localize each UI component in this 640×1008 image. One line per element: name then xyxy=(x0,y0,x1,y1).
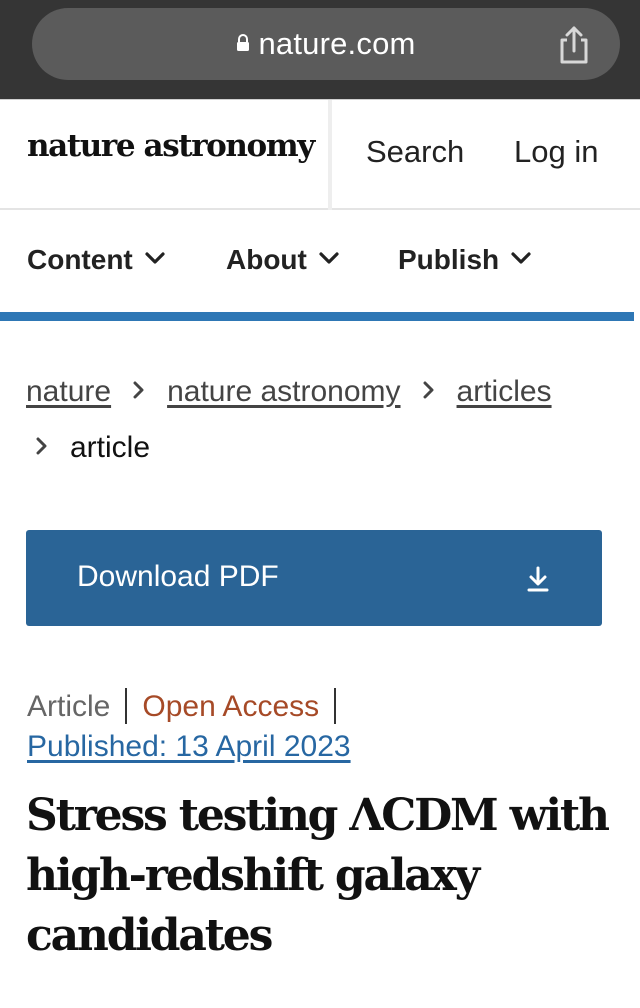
search-button[interactable]: Search xyxy=(366,134,464,170)
nav-accent-rule xyxy=(0,312,634,321)
article-meta: Article Open Access xyxy=(27,688,351,726)
breadcrumb-link-nature-astronomy[interactable]: nature astronomy xyxy=(167,375,400,408)
nav-publish[interactable]: Publish xyxy=(398,244,531,276)
chevron-down-icon xyxy=(145,252,165,264)
chevron-right-icon xyxy=(423,381,434,399)
download-icon xyxy=(527,566,549,592)
site-header: nature astronomy Search Log in xyxy=(0,100,640,210)
chevron-right-icon xyxy=(36,437,47,455)
chevron-right-icon xyxy=(133,381,144,399)
main-nav: Content About Publish xyxy=(0,210,640,314)
meta-divider xyxy=(125,688,128,725)
breadcrumb-link-nature[interactable]: nature xyxy=(26,375,111,408)
article-title: Stress testing ΛCDM with high-redshift g… xyxy=(26,790,610,961)
breadcrumb-current: article xyxy=(70,431,151,464)
nav-about[interactable]: About xyxy=(226,244,339,276)
nav-label: Content xyxy=(27,244,133,275)
chevron-down-icon xyxy=(511,252,531,264)
breadcrumb: nature nature astronomy articles article xyxy=(26,364,626,476)
open-access-badge: Open Access xyxy=(142,690,320,723)
url-text: nature.com xyxy=(258,26,416,61)
download-pdf-button[interactable]: Download PDF xyxy=(26,530,602,626)
browser-toolbar: nature.com xyxy=(0,0,640,100)
breadcrumb-link-articles[interactable]: articles xyxy=(457,375,552,408)
download-pdf-label: Download PDF xyxy=(77,560,279,593)
nav-label: About xyxy=(226,244,307,275)
header-divider xyxy=(328,100,332,210)
chevron-down-icon xyxy=(319,252,339,264)
address-bar[interactable]: nature.com xyxy=(32,8,620,80)
article-type: Article xyxy=(27,690,111,723)
published-date-link[interactable]: Published: 13 April 2023 xyxy=(27,730,351,764)
journal-logo[interactable]: nature astronomy xyxy=(27,128,315,164)
login-button[interactable]: Log in xyxy=(514,134,598,170)
meta-divider xyxy=(334,688,337,725)
share-icon[interactable] xyxy=(556,25,592,65)
lock-icon xyxy=(237,33,250,51)
nav-label: Publish xyxy=(398,244,500,275)
url-display[interactable]: nature.com xyxy=(32,8,620,80)
nav-content[interactable]: Content xyxy=(27,244,165,276)
